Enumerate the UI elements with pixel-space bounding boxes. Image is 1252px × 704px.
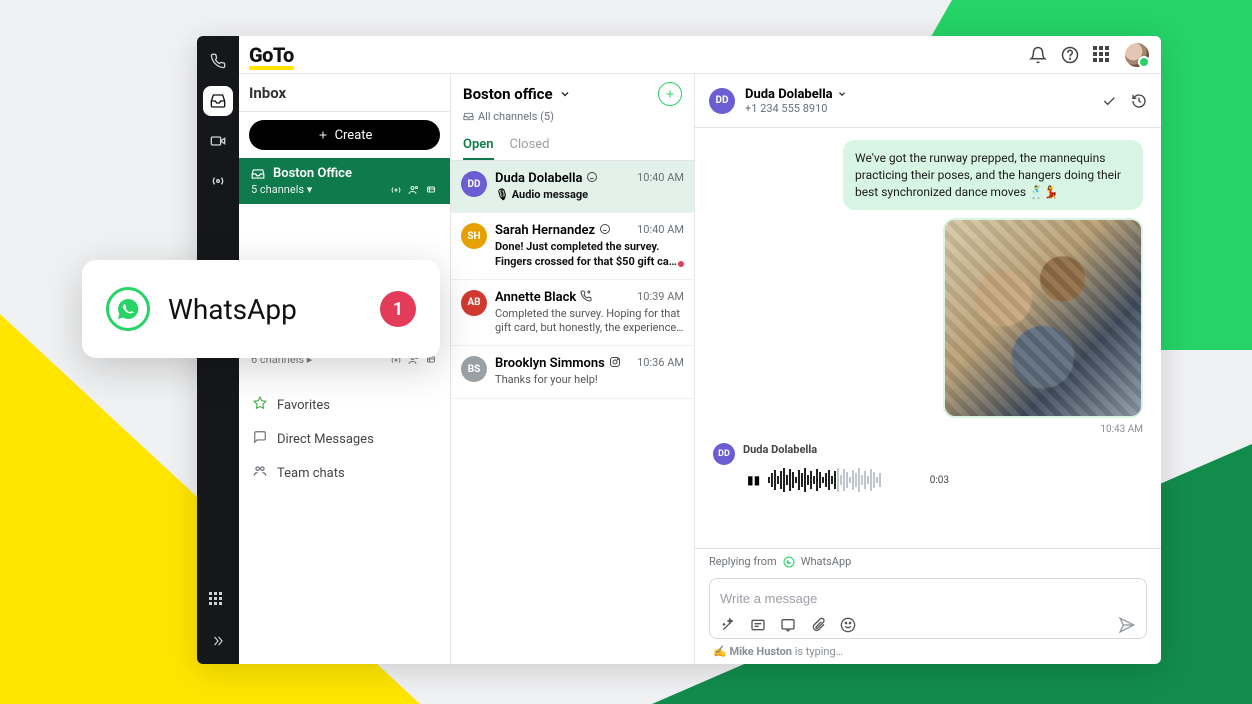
inbox-panel: Inbox Create Boston Office 5 channels ▾ [239,74,451,664]
conv-name: Sarah Hernandez [495,223,595,238]
conv-preview: Completed the survey. Hoping for that gi… [495,307,684,336]
audio-avatar: DD [713,443,735,465]
channel-icon [586,171,598,186]
nav-direct-messages[interactable]: Direct Messages [239,422,450,456]
contact-name: Duda Dolabella [745,87,833,102]
whatsapp-badge: 1 [380,291,416,327]
attachment-icon[interactable] [810,617,826,633]
conv-preview: Done! Just completed the survey. Fingers… [495,240,684,269]
audio-duration: 0:03 [930,475,949,486]
emoji-icon[interactable] [840,617,856,633]
avatar: DD [461,171,487,197]
inbox-title: Inbox [239,74,450,112]
rail-broadcast[interactable] [203,166,233,196]
avatar: SH [461,223,487,249]
conv-time: 10:36 AM [637,356,684,369]
conv-preview: Thanks for your help! [495,373,684,387]
history-icon[interactable] [1131,93,1147,109]
nav-favorites[interactable]: Favorites [239,388,450,422]
channel-icon [599,223,611,238]
saved-replies-icon[interactable] [750,617,766,633]
help-icon[interactable] [1061,46,1079,64]
conv-time: 10:39 AM [637,290,684,303]
office-channels: 5 channels ▾ [251,183,312,196]
create-button[interactable]: Create [249,120,440,150]
office-boston[interactable]: Boston Office 5 channels ▾ [239,158,450,204]
typing-indicator: ✍ Mike Huston is typing… [695,641,1161,664]
convlist-subtitle: All channels (5) [478,110,554,123]
conversation-row[interactable]: SH Sarah Hernandez Done! Just completed … [451,213,694,280]
nav-team-chats[interactable]: Team chats [239,456,450,490]
tab-open[interactable]: Open [463,131,494,160]
message-composer [709,578,1147,639]
avatar: BS [461,356,487,382]
template-icon[interactable] [780,617,796,633]
conversation-row[interactable]: DD Duda Dolabella 🎙 Audio message 10:40 … [451,161,694,213]
create-label: Create [335,128,373,143]
convlist-title: Boston office [463,85,553,103]
conversation-row[interactable]: AB Annette Black Completed the survey. H… [451,280,694,347]
topbar: GoTo [239,36,1161,74]
rail-inbox[interactable] [203,86,233,116]
audio-sender: Duda Dolabella [743,443,953,456]
unread-dot [678,261,684,267]
message-bubble: We've got the runway prepped, the manneq… [843,140,1143,210]
conv-time: 10:40 AM [637,171,684,184]
image-attachment[interactable] [943,218,1143,418]
brand-logo: GoTo [249,43,294,67]
whatsapp-icon [106,287,150,331]
rail-video[interactable] [203,126,233,156]
waveform[interactable] [768,467,921,493]
nav-label: Team chats [277,466,345,481]
rail-phone[interactable] [203,46,233,76]
inbox-tray-icon [463,111,474,122]
chevron-down-icon[interactable] [559,88,571,100]
message-icon [253,430,269,448]
conv-name: Duda Dolabella [495,171,582,186]
check-icon[interactable] [1101,93,1117,109]
apps-grid-icon[interactable] [1093,46,1111,64]
nav-label: Favorites [277,398,330,413]
contact-avatar: DD [709,88,735,114]
reply-from-bar: Replying from WhatsApp [695,548,1161,574]
nav-label: Direct Messages [277,432,374,447]
pause-icon[interactable]: ▮▮ [747,473,760,487]
chevron-down-icon[interactable] [837,89,847,99]
avatar[interactable] [1125,43,1149,67]
inbox-tray-icon [251,167,265,181]
add-conversation-button[interactable] [658,82,682,106]
office-status-icons [390,184,438,196]
contact-phone: +1 234 555 8910 [745,102,847,115]
channel-icon [609,356,621,371]
conversation-detail: DD Duda Dolabella +1 234 555 8910 We've … [695,74,1161,664]
whatsapp-label: WhatsApp [168,293,362,326]
bell-icon[interactable] [1029,46,1047,64]
message-timestamp: 10:43 AM [1100,424,1143,435]
whatsapp-callout: WhatsApp 1 [82,260,440,358]
star-icon [253,396,269,414]
avatar: AB [461,290,487,316]
conv-preview: 🎙 Audio message [495,188,684,202]
conv-name: Brooklyn Simmons [495,356,605,371]
send-icon[interactable] [1118,616,1136,634]
channel-icon [580,290,592,305]
message-thread: We've got the runway prepped, the manneq… [695,128,1161,548]
office-name: Boston Office [273,166,352,181]
conversation-list-panel: Boston office All channels (5) Open Clos… [451,74,695,664]
people-icon [253,464,269,482]
reply-from-label: Replying from [709,555,777,568]
rail-apps[interactable] [203,586,233,616]
magic-wand-icon[interactable] [720,617,736,633]
reply-channel: WhatsApp [801,555,852,568]
audio-player[interactable]: ▮▮ 0:03 [743,460,953,500]
audio-message: DD Duda Dolabella ▮▮ 0:03 [713,443,1143,500]
whatsapp-icon [783,556,795,568]
conversation-row[interactable]: BS Brooklyn Simmons Thanks for your help… [451,346,694,398]
tab-closed[interactable]: Closed [510,131,550,160]
rail-expand[interactable] [203,626,233,656]
detail-header: DD Duda Dolabella +1 234 555 8910 [695,74,1161,128]
message-input[interactable] [720,585,1136,612]
conv-name: Annette Black [495,290,576,305]
conv-time: 10:40 AM [637,223,684,236]
